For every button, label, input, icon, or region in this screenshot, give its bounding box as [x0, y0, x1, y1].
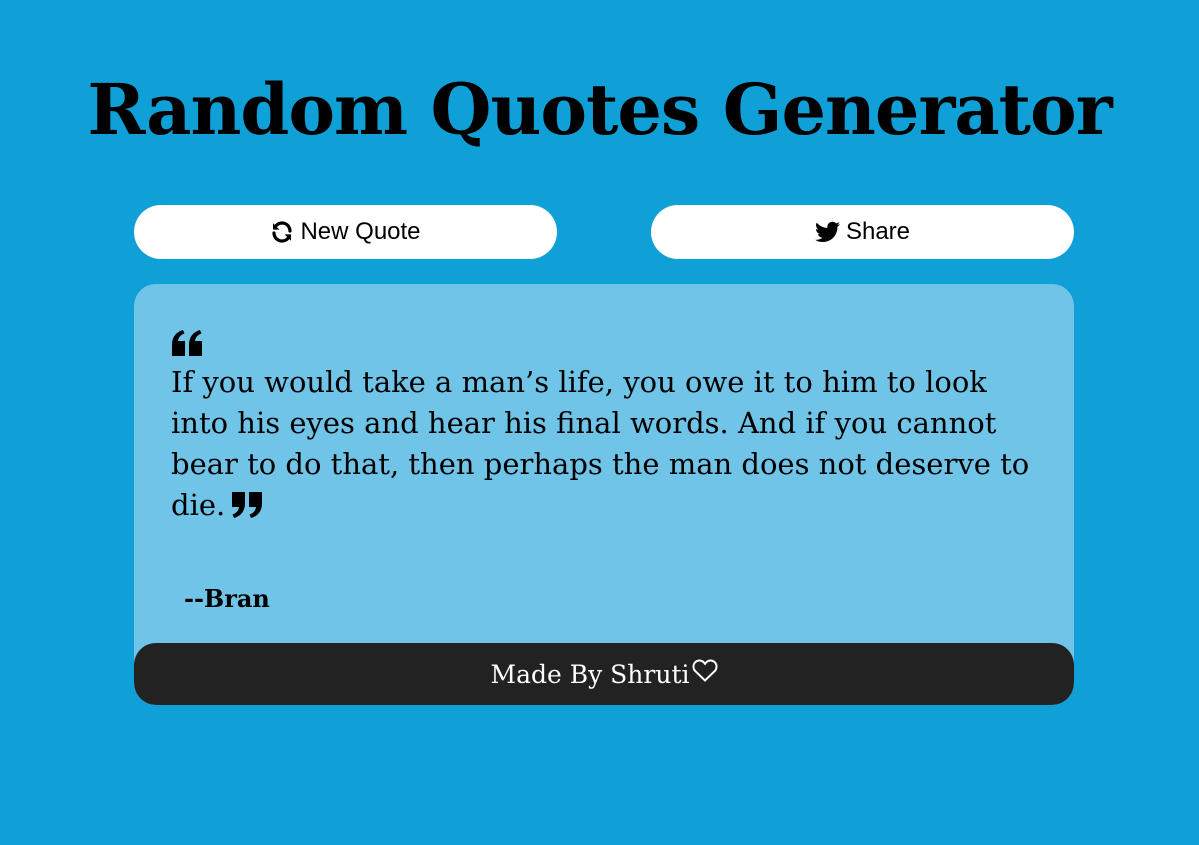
quote-text-block: If you would take a man’s life, you owe …	[171, 362, 1031, 530]
quote-right-icon	[231, 489, 263, 530]
share-button[interactable]: Share	[651, 205, 1074, 259]
refresh-icon	[270, 220, 294, 244]
footer-text: Made By Shruti	[490, 659, 690, 689]
footer: Made By Shruti	[134, 643, 1074, 705]
quote-card: If you would take a man’s life, you owe …	[134, 284, 1074, 705]
page-title: Random Quotes Generator	[87, 68, 1112, 151]
twitter-icon	[814, 221, 840, 243]
quote-text: If you would take a man’s life, you owe …	[171, 365, 1030, 522]
new-quote-button[interactable]: New Quote	[134, 205, 557, 259]
new-quote-label: New Quote	[300, 218, 421, 245]
share-label: Share	[845, 218, 911, 245]
heart-icon	[690, 659, 718, 689]
quote-left-icon	[171, 329, 203, 361]
quote-author: --Bran	[184, 584, 270, 613]
page: Random Quotes Generator New Quote Share	[0, 0, 1199, 845]
